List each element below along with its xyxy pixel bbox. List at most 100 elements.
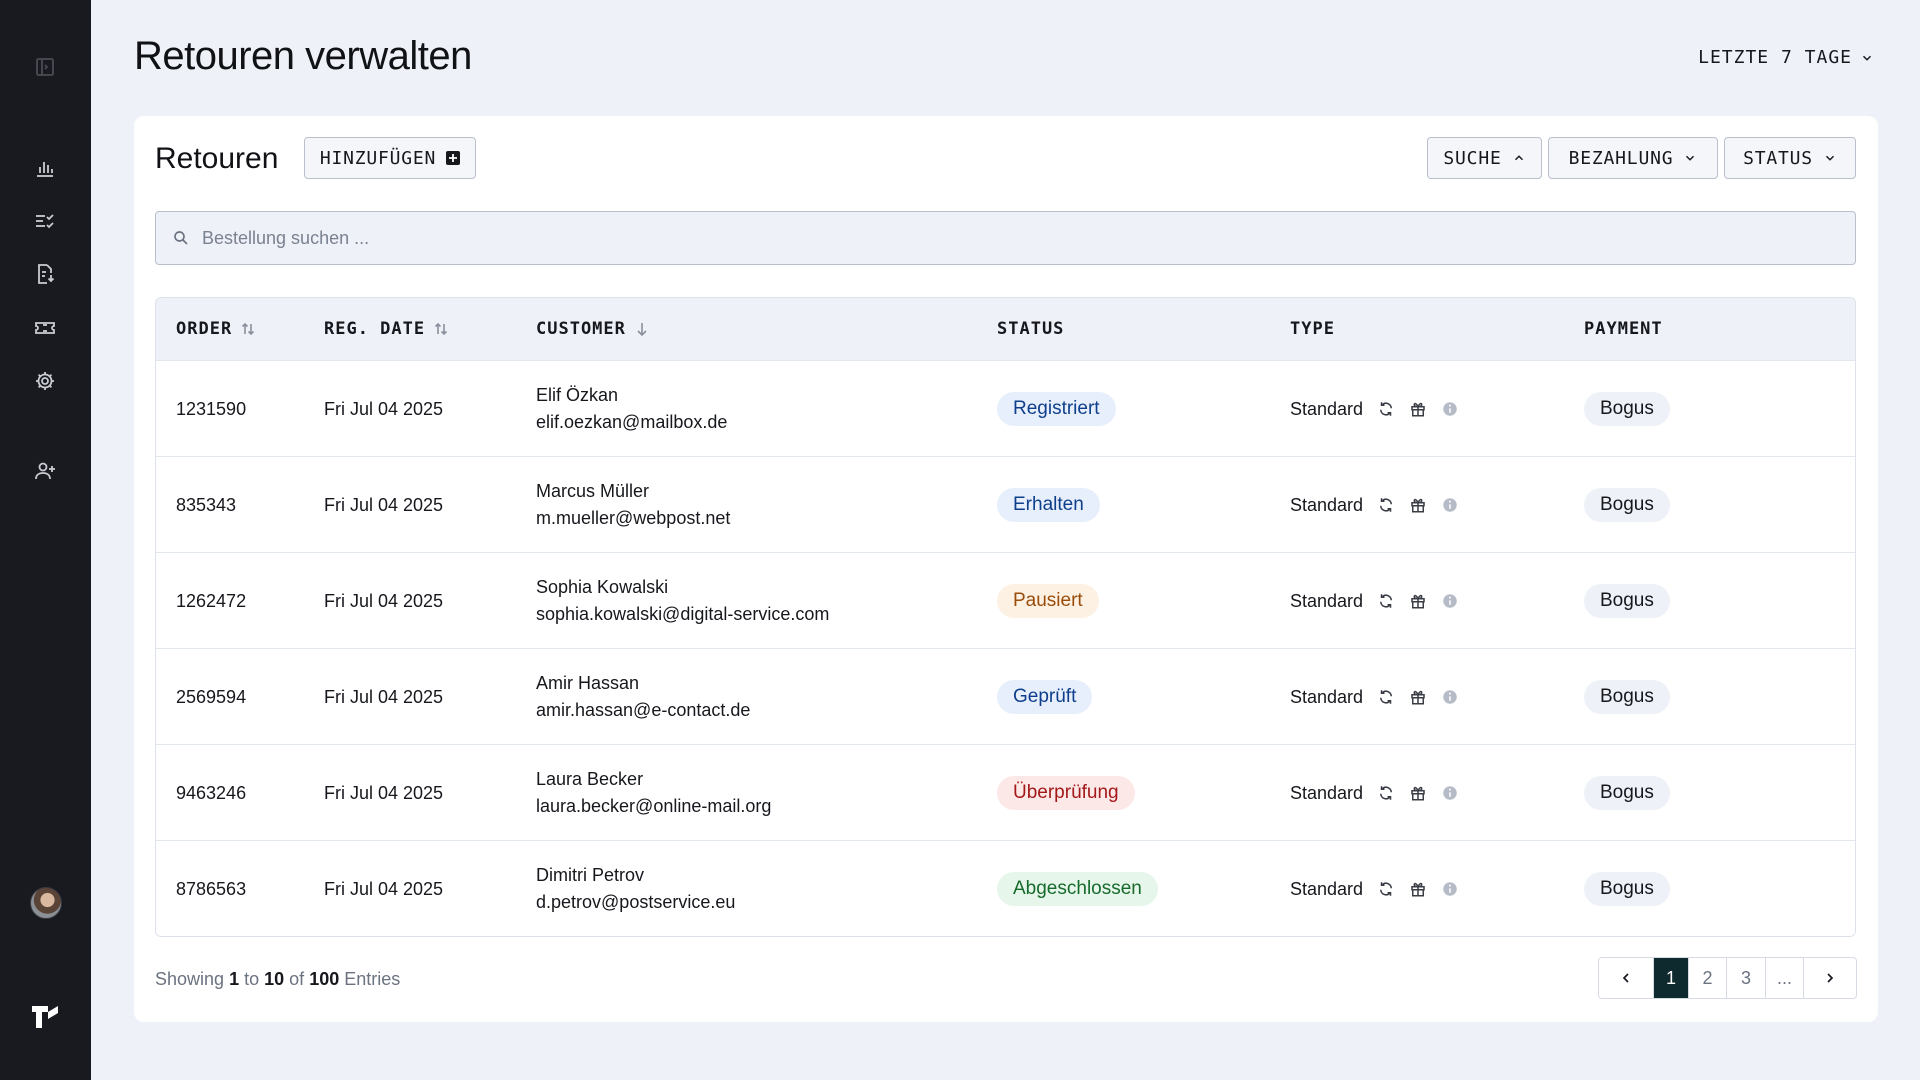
table-row[interactable]: 8786563 Fri Jul 04 2025 Dimitri Petrov d.pe…: [156, 840, 1855, 936]
order-id: 835343: [176, 494, 237, 515]
type-cell: Standard: [1290, 457, 1459, 553]
status-badge: Überprüfung: [997, 776, 1135, 810]
gift-icon[interactable]: [1409, 880, 1427, 898]
page-3-button[interactable]: 3: [1726, 958, 1765, 998]
ticket-icon[interactable]: [30, 313, 60, 343]
customer: Marcus Müller m.mueller@webpost.net: [536, 457, 730, 553]
refresh-icon[interactable]: [1377, 784, 1395, 802]
brand-logo[interactable]: [30, 1000, 62, 1032]
customer-name: Amir Hassan: [536, 673, 640, 693]
gift-icon[interactable]: [1409, 496, 1427, 514]
type-label: Standard: [1290, 878, 1364, 899]
chevron-up-icon: [1514, 155, 1523, 161]
table-row[interactable]: 2569594 Fri Jul 04 2025 Amir Hassan amir.ha…: [156, 648, 1855, 744]
type-cell: Standard: [1290, 553, 1459, 649]
reg-date: Fri Jul 04 2025: [324, 494, 444, 515]
refresh-icon[interactable]: [1377, 400, 1395, 418]
type-actions: [1377, 784, 1459, 802]
column-customer[interactable]: CUSTOMER: [536, 298, 650, 360]
page-2-button[interactable]: 2: [1688, 958, 1726, 998]
page-ellipsis: ...: [1765, 958, 1803, 998]
reg-date: Fri Jul 04 2025: [324, 878, 444, 899]
info-icon[interactable]: [1441, 784, 1459, 802]
column-payment: PAYMENT: [1584, 298, 1663, 360]
payment-filter-label: BEZAHLUNG: [1568, 147, 1674, 169]
customer-email: elif.oezkan@mailbox.de: [536, 412, 728, 432]
info-icon[interactable]: [1441, 592, 1459, 610]
add-button-label: HINZUFÜGEN: [319, 147, 437, 169]
search-filter-button[interactable]: SUCHE: [1427, 137, 1542, 179]
sort-icon: [242, 322, 255, 336]
table-row[interactable]: 1231590 Fri Jul 04 2025 Elif Özkan elif.oez…: [156, 360, 1855, 456]
page-1-button[interactable]: 1: [1653, 958, 1688, 998]
gift-icon[interactable]: [1409, 592, 1427, 610]
customer-email: d.petrov@postservice.eu: [536, 892, 736, 912]
column-reg-date[interactable]: REG. DATE: [324, 298, 449, 360]
payment-filter-button[interactable]: BEZAHLUNG: [1548, 137, 1718, 179]
gift-icon[interactable]: [1409, 400, 1427, 418]
type-label: Standard: [1290, 782, 1364, 803]
customer-name: Marcus Müller: [536, 481, 650, 501]
payment-badge: Bogus: [1584, 872, 1670, 906]
reg-date: Fri Jul 04 2025: [324, 590, 444, 611]
add-button[interactable]: HINZUFÜGEN: [304, 137, 476, 179]
payment-cell: Bogus: [1584, 457, 1670, 553]
info-icon[interactable]: [1441, 400, 1459, 418]
status-badge: Geprüft: [997, 680, 1093, 714]
avatar[interactable]: [30, 887, 62, 919]
refresh-icon[interactable]: [1377, 880, 1395, 898]
payment-cell: Bogus: [1584, 841, 1670, 936]
status-cell: Geprüft: [997, 649, 1093, 745]
plus-square-icon: [446, 151, 461, 165]
gift-icon[interactable]: [1409, 688, 1427, 706]
status-badge: Erhalten: [997, 488, 1100, 522]
info-icon[interactable]: [1441, 688, 1459, 706]
showing-to-word: to: [244, 969, 260, 989]
next-page-button[interactable]: [1803, 958, 1856, 998]
type-cell: Standard: [1290, 745, 1459, 841]
order-id: 2569594: [176, 686, 247, 707]
customer-email: m.mueller@webpost.net: [536, 508, 731, 528]
search-input[interactable]: [202, 227, 1802, 249]
table-header: ORDER REG. DATE CUSTOMER STATUS TYPE PAY…: [156, 298, 1855, 360]
gear-icon[interactable]: [30, 366, 60, 396]
status-badge: Abgeschlossen: [997, 872, 1158, 906]
status-filter-button[interactable]: STATUS: [1724, 137, 1856, 179]
info-icon[interactable]: [1441, 880, 1459, 898]
payment-cell: Bogus: [1584, 553, 1670, 649]
bar-chart-icon[interactable]: [30, 153, 60, 183]
prev-page-button[interactable]: [1599, 958, 1653, 998]
refresh-icon[interactable]: [1377, 688, 1395, 706]
table-row[interactable]: 1262472 Fri Jul 04 2025 Sophia Kowalski sop…: [156, 552, 1855, 648]
type-actions: [1377, 592, 1459, 610]
status-cell: Erhalten: [997, 457, 1100, 553]
arrow-down-icon: [637, 323, 647, 337]
sidebar-toggle-icon[interactable]: [30, 52, 60, 82]
chevron-left-icon: [1622, 973, 1629, 983]
order-id: 9463246: [176, 782, 247, 803]
gift-icon[interactable]: [1409, 784, 1427, 802]
document-download-icon[interactable]: [30, 259, 60, 289]
reg-date: Fri Jul 04 2025: [324, 782, 444, 803]
table-row[interactable]: 835343 Fri Jul 04 2025 Marcus Müller m.muel…: [156, 456, 1855, 552]
order-id: 1231590: [176, 398, 247, 419]
type-actions: [1377, 496, 1459, 514]
refresh-icon[interactable]: [1377, 496, 1395, 514]
column-customer-label: CUSTOMER: [536, 319, 626, 339]
date-range-dropdown[interactable]: LETZTE 7 TAGE: [1698, 47, 1874, 68]
column-order[interactable]: ORDER: [176, 298, 256, 360]
search-icon: [174, 231, 188, 245]
payment-badge: Bogus: [1584, 680, 1670, 714]
payment-cell: Bogus: [1584, 361, 1670, 457]
customer-email: amir.hassan@e-contact.de: [536, 700, 751, 720]
type-cell: Standard: [1290, 361, 1459, 457]
add-user-icon[interactable]: [30, 456, 60, 486]
column-order-label: ORDER: [176, 319, 233, 339]
info-icon[interactable]: [1441, 496, 1459, 514]
status-cell: Pausiert: [997, 553, 1099, 649]
refresh-icon[interactable]: [1377, 592, 1395, 610]
status-cell: Registriert: [997, 361, 1116, 457]
checklist-icon[interactable]: [30, 206, 60, 236]
table-row[interactable]: 9463246 Fri Jul 04 2025 Laura Becker laura.…: [156, 744, 1855, 840]
customer-name: Elif Özkan: [536, 385, 619, 405]
